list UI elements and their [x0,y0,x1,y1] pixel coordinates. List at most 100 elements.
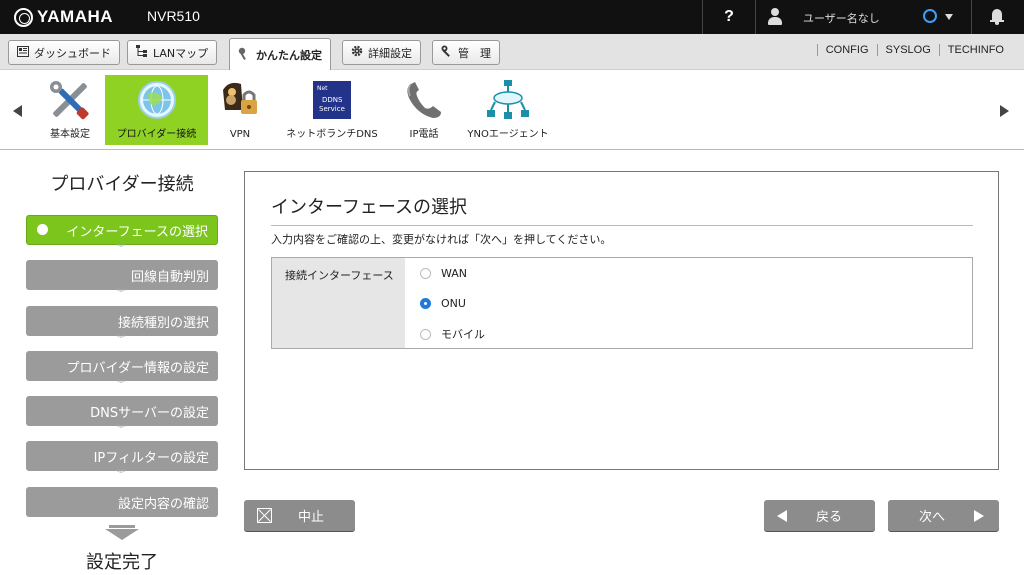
button-label: 次へ [919,510,946,525]
yamaha-logo: YAMAHA [14,6,113,28]
tools-icon [49,80,91,120]
svg-text:DDNS: DDNS [322,96,343,104]
feature-netvolante-dns[interactable]: Net DDNS Service ネットボランチDNS [280,75,384,145]
feature-yno-agent[interactable]: YNOエージェント [460,75,556,145]
feature-label: VPN [229,129,251,140]
feature-label: プロバイダー接続 [116,129,197,140]
vpn-lock-icon [219,80,261,120]
feature-label: ネットボランチDNS [286,129,378,140]
tab-label: LANマップ [153,46,209,60]
feature-label: YNOエージェント [467,129,549,140]
tab-easy-setup[interactable]: かんたん設定 [229,38,331,70]
feature-label: IP電話 [409,129,439,140]
step-label: インターフェースの選択 [66,224,208,240]
user-icon[interactable] [768,8,782,25]
config-link[interactable]: CONFIG [816,44,877,56]
tab-dashboard[interactable]: ダッシュボード [8,40,120,65]
chevron-double-down-icon: ︾ [116,380,126,390]
option-mobile[interactable]: モバイル [420,326,485,342]
feature-ip-phone[interactable]: IP電話 [398,75,450,145]
feature-icon-strip: 基本設定 プロバイダー接続 VPN Net DDNS Service ネットボラ… [0,71,1024,150]
svg-text:Service: Service [319,105,345,113]
option-wan[interactable]: WAN [420,267,467,280]
page-title: インターフェースの選択 [271,193,973,226]
step-line-detection: 回線自動判別 [26,260,218,290]
step-label: 接続種別の選択 [117,315,209,331]
feature-vpn[interactable]: VPN [212,75,268,145]
chevron-double-down-icon: ︾ [116,470,126,480]
scroll-right-icon[interactable] [1000,105,1009,117]
user-name[interactable]: ユーザー名なし [803,10,880,26]
tab-management[interactable]: 管 理 [432,40,500,65]
option-label: モバイル [441,328,485,341]
radio-wan[interactable] [420,268,431,279]
scroll-left-icon[interactable] [13,105,22,117]
current-step-dot-icon [37,224,48,235]
step-provider-info: プロバイダー情報の設定 [26,351,218,381]
chevron-down-icon[interactable] [945,14,953,20]
main-nav: ダッシュボード LANマップ かんたん設定 詳細設定 管 理 CONFIG SY… [0,34,1024,70]
chevron-double-down-icon: ︾ [116,244,126,254]
triangle-right-icon [974,510,984,522]
divider [755,0,756,34]
radio-onu[interactable] [420,298,431,309]
back-button[interactable]: 戻る [764,500,875,531]
button-label: 戻る [816,510,843,525]
syslog-link[interactable]: SYSLOG [876,44,939,56]
model-name: NVR510 [147,8,200,24]
option-onu[interactable]: ONU [420,297,466,310]
svg-text:Net: Net [317,85,328,92]
step-confirm-settings: 設定内容の確認 [26,487,218,517]
feature-label: 基本設定 [50,129,90,140]
step-label: プロバイダー情報の設定 [66,360,209,376]
step-dns-server: DNSサーバーの設定 [26,396,218,426]
tab-label: かんたん設定 [256,48,322,62]
button-label: 中止 [298,510,325,525]
cancel-button[interactable]: 中止 [244,500,355,531]
arrow-down-icon [105,525,139,541]
step-label: DNSサーバーの設定 [90,405,209,421]
next-button[interactable]: 次へ [888,500,999,531]
chevron-double-down-icon: ︾ [116,289,126,299]
instruction-text: 入力内容をご確認の上、変更がなければ「次へ」を押してください。 [271,233,612,246]
techinfo-link[interactable]: TECHINFO [938,44,1012,56]
step-label: IPフィルターの設定 [93,450,209,466]
feature-basic-settings[interactable]: 基本設定 [38,75,102,145]
feature-provider-connection[interactable]: プロバイダー接続 [105,75,208,145]
tab-advanced-settings[interactable]: 詳細設定 [342,40,421,65]
phone-icon [403,80,445,120]
triangle-left-icon [777,510,787,522]
wizard-complete-label: 設定完了 [86,552,158,573]
gear-icon [351,45,363,60]
yamaha-emblem-icon [14,7,33,27]
wizard-title: プロバイダー接続 [50,174,194,195]
radio-mobile[interactable] [420,328,431,340]
dashboard-icon [17,45,29,60]
tab-label: ダッシュボード [34,46,111,60]
lan-map-icon [136,45,148,60]
network-icon [487,80,529,120]
step-connection-type: 接続種別の選択 [26,306,218,336]
wrench-icon [441,45,453,60]
content-panel: インターフェースの選択 入力内容をご確認の上、変更がなければ「次へ」を押してくだ… [244,171,999,470]
status-indicator-icon[interactable] [923,9,937,23]
utility-links: CONFIG SYSLOG TECHINFO [816,44,1012,56]
ddns-icon: Net DDNS Service [311,80,353,120]
step-ip-filter: IPフィルターの設定 [26,441,218,471]
option-label: WAN [441,267,468,280]
tab-label: 詳細設定 [368,46,412,60]
option-label: ONU [441,297,466,310]
divider [971,0,972,34]
step-label: 設定内容の確認 [117,496,209,512]
wizard-icon [238,47,251,63]
interface-form: 接続インターフェース WAN ONU モバイル [271,257,973,349]
bell-icon[interactable] [990,9,1004,25]
help-button[interactable]: ? [703,0,755,34]
field-label: 接続インターフェース [272,258,405,348]
top-bar: YAMAHA NVR510 ? ユーザー名なし [0,0,1024,34]
chevron-double-down-icon: ︾ [116,335,126,345]
chevron-double-down-icon: ︾ [116,425,126,435]
step-label: 回線自動判別 [130,269,209,285]
tab-lan-map[interactable]: LANマップ [127,40,218,65]
brand-name: YAMAHA [37,7,114,26]
